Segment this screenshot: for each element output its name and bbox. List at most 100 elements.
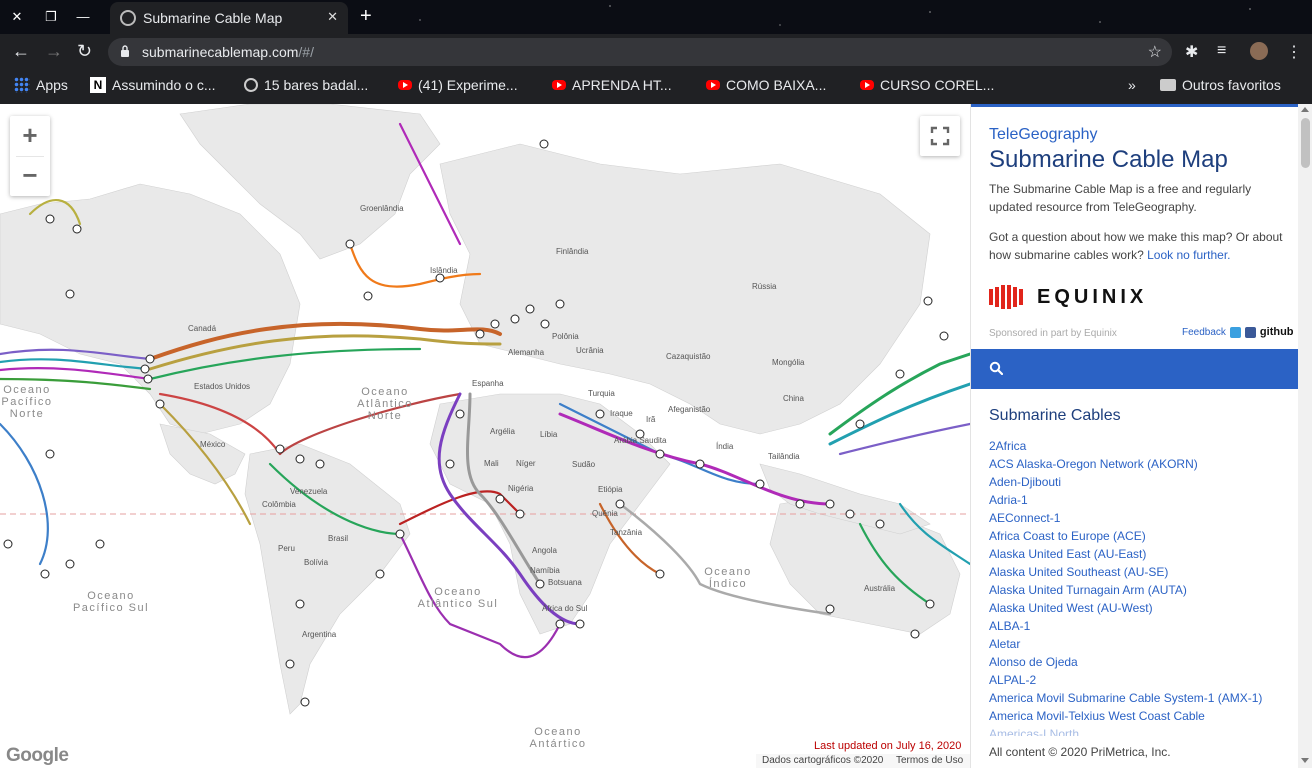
cable-map[interactable]: Groenlândia Islândia Finlândia Rússia Ca… [0, 104, 970, 768]
scroll-down-arrow-icon[interactable] [1301, 758, 1309, 763]
bookmark-como-baixa[interactable]: COMO BAIXA... [706, 76, 826, 94]
more-bookmarks-chevron-icon[interactable]: » [1128, 76, 1136, 94]
cable-link[interactable]: Aden-Djibouti [989, 473, 1289, 491]
landing-point [295, 599, 305, 609]
cable-link[interactable]: Alaska United East (AU-East) [989, 545, 1289, 563]
chrome-menu-icon[interactable]: ⋮ [1286, 42, 1302, 62]
cable-link[interactable]: America Movil-Telxius West Coast Cable [989, 707, 1289, 725]
cable-link[interactable]: America Movil Submarine Cable System-1 (… [989, 689, 1289, 707]
landing-point [72, 224, 82, 234]
facebook-icon[interactable] [1244, 326, 1256, 338]
browser-tab-strip: ✕ ❐ — Submarine Cable Map ✕ + [0, 0, 1312, 34]
map-label: Etiópia [598, 485, 623, 494]
telegeography-logo[interactable]: TeleGeography [989, 126, 1098, 144]
browser-toolbar: ← → ↻ submarinecablemap.com/#/ ☆ ✱ ≡ ⋮ [0, 34, 1312, 70]
media-queue-icon[interactable]: ≡ [1217, 42, 1226, 60]
panel-scrollbar[interactable] [1298, 104, 1312, 768]
landing-point [275, 444, 285, 454]
other-bookmarks-label: Outros favoritos [1182, 77, 1281, 93]
bookmark-curso-corel[interactable]: CURSO COREL... [860, 76, 994, 94]
scrollbar-thumb[interactable] [1301, 118, 1310, 168]
landing-point [140, 364, 150, 374]
landing-point [45, 449, 55, 459]
address-bar[interactable]: submarinecablemap.com/#/ ☆ [108, 38, 1172, 66]
page-title: Submarine Cable Map [989, 146, 1228, 173]
map-label: Groenlândia [360, 204, 404, 213]
cable-link[interactable]: ALBA-1 [989, 617, 1289, 635]
terms-link[interactable]: Termos de Uso [896, 755, 963, 766]
tab-close-icon[interactable]: ✕ [327, 9, 338, 25]
map-label: Angola [532, 546, 557, 555]
sponsor-note: Sponsored in part by Equinix [989, 328, 1117, 339]
url-path: /#/ [298, 44, 314, 60]
feedback-link[interactable]: Feedback [1182, 327, 1226, 338]
cable-link[interactable]: Alaska United Southeast (AU-SE) [989, 563, 1289, 581]
landing-point [155, 399, 165, 409]
landing-point [535, 579, 545, 589]
landing-point [395, 529, 405, 539]
cable-link[interactable]: ALPAL-2 [989, 671, 1289, 689]
landing-point [143, 374, 153, 384]
tab-title: Submarine Cable Map [143, 10, 283, 26]
bookmark-experime[interactable]: (41) Experime... [398, 76, 518, 94]
youtube-icon [552, 80, 566, 90]
other-bookmarks[interactable]: Outros favoritos [1160, 76, 1281, 94]
bookmark-15-bares[interactable]: 15 bares badal... [244, 76, 368, 94]
landing-point [345, 239, 355, 249]
question-text: Got a question about how we make this ma… [989, 228, 1289, 264]
bookmark-assumindo[interactable]: N Assumindo o c... [90, 76, 216, 94]
look-no-further-link[interactable]: Look no further. [1147, 248, 1230, 262]
zoom-out-button[interactable]: − [10, 156, 50, 196]
map-label: Irã [646, 415, 656, 424]
map-label: Arábia Saudita [614, 436, 667, 445]
minimize-window-icon[interactable]: — [75, 9, 91, 25]
youtube-icon [860, 80, 874, 90]
map-label: Botsuana [548, 578, 582, 587]
apps-icon [14, 77, 30, 93]
lock-icon [121, 45, 129, 57]
equinix-emblem-icon [989, 285, 1023, 309]
profile-avatar[interactable] [1250, 42, 1268, 60]
back-arrow-icon[interactable]: ← [12, 41, 30, 61]
globe-icon [244, 78, 258, 92]
cable-link[interactable]: Alaska United Turnagain Arm (AUTA) [989, 581, 1289, 599]
cable-link[interactable]: Adria-1 [989, 491, 1289, 509]
cable-link[interactable]: Alonso de Ojeda [989, 653, 1289, 671]
cable-link[interactable]: 2Africa [989, 437, 1289, 455]
landing-point [655, 449, 665, 459]
cable-link[interactable]: Alaska United West (AU-West) [989, 599, 1289, 617]
browser-tab-active[interactable]: Submarine Cable Map ✕ [110, 2, 348, 34]
map-label: Namíbia [530, 566, 560, 575]
landing-point [145, 354, 155, 364]
map-label: Índia [716, 442, 734, 451]
fullscreen-button[interactable] [920, 116, 960, 156]
reload-icon[interactable]: ↻ [77, 41, 92, 61]
extensions-puzzle-icon[interactable]: ✱ [1185, 42, 1198, 62]
bookmark-apps[interactable]: Apps [14, 76, 68, 94]
map-label: Cazaquistão [666, 352, 711, 361]
url-text: submarinecablemap.com/#/ [142, 44, 314, 60]
forward-arrow-icon[interactable]: → [45, 41, 63, 61]
zoom-in-button[interactable]: + [10, 116, 50, 156]
bookmark-aprenda[interactable]: APRENDA HT... [552, 76, 672, 94]
bookmark-star-icon[interactable]: ☆ [1148, 42, 1162, 62]
eurasia [439, 143, 931, 435]
search-icon[interactable] [989, 361, 1003, 375]
cable-link[interactable]: ACS Alaska-Oregon Network (AKORN) [989, 455, 1289, 473]
cable-search-bar[interactable] [971, 349, 1298, 389]
github-link[interactable]: github [1260, 326, 1294, 338]
scroll-up-arrow-icon[interactable] [1301, 107, 1309, 112]
google-logo[interactable]: Google [6, 745, 69, 767]
landing-point [825, 604, 835, 614]
new-tab-icon[interactable]: + [360, 6, 372, 26]
cable-link[interactable]: AEConnect-1 [989, 509, 1289, 527]
restore-window-icon[interactable]: ❐ [43, 9, 59, 25]
cable-link[interactable]: Aletar [989, 635, 1289, 653]
map-label: Estados Unidos [194, 382, 251, 391]
cable-link[interactable]: Africa Coast to Europe (ACE) [989, 527, 1289, 545]
equinix-logo[interactable]: EQUINIX [989, 284, 1147, 310]
twitter-icon[interactable] [1229, 326, 1241, 338]
landing-point [695, 459, 705, 469]
close-window-icon[interactable]: ✕ [9, 9, 25, 25]
intro-text: The Submarine Cable Map is a free and re… [989, 182, 1252, 214]
